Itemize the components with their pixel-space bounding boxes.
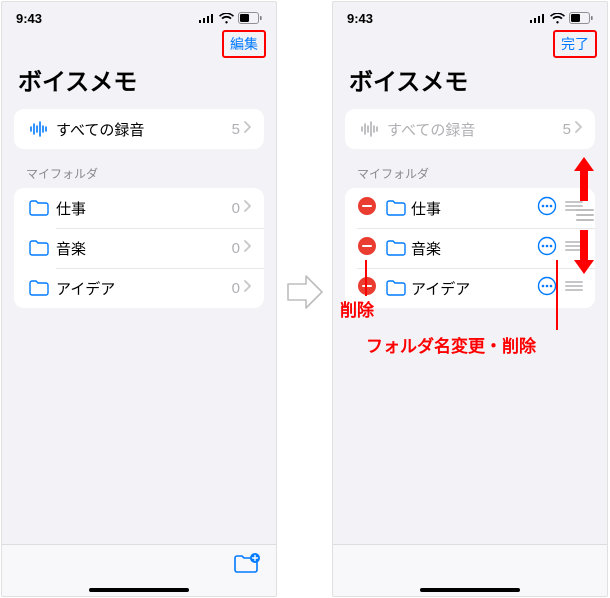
status-bar: 9:43 (333, 2, 607, 30)
new-folder-icon (234, 553, 260, 575)
folder-row-0[interactable]: 仕事 0 (14, 188, 264, 228)
folder-count: 0 (232, 240, 240, 257)
annotation-label-rename-delete: フォルダ名変更・削除 (366, 332, 536, 357)
status-indicators (530, 12, 593, 24)
toolbar: 完了 (333, 30, 607, 58)
edit-button[interactable]: 編集 (222, 30, 266, 58)
folder-count: 0 (232, 280, 240, 297)
bottom-bar (333, 544, 607, 596)
folder-row-2[interactable]: アイデア 0 (14, 268, 264, 308)
reorder-up-arrow-icon (572, 155, 596, 203)
delete-folder-button[interactable] (357, 196, 377, 221)
battery-icon (569, 12, 593, 24)
chevron-right-icon (244, 199, 252, 217)
chevron-right-icon (575, 120, 583, 138)
folder-label: アイデア (52, 278, 232, 299)
page-title: ボイスメモ (2, 58, 276, 109)
status-time: 9:43 (16, 11, 42, 26)
battery-icon (238, 12, 262, 24)
folder-icon (385, 280, 407, 296)
home-indicator[interactable] (89, 588, 189, 592)
folder-more-button[interactable] (537, 236, 557, 261)
reorder-handle-annotation-icon (576, 208, 594, 222)
ellipsis-circle-icon (537, 196, 557, 216)
minus-circle-icon (357, 236, 377, 256)
folder-label: 仕事 (52, 198, 232, 219)
folder-label: アイデア (407, 278, 531, 299)
signal-icon (530, 13, 546, 23)
folder-icon (26, 200, 52, 216)
ellipsis-circle-icon (537, 236, 557, 256)
section-header-myfolders: マイフォルダ (333, 149, 607, 188)
folder-icon (26, 280, 52, 296)
page-title: ボイスメモ (333, 58, 607, 109)
ellipsis-circle-icon (537, 276, 557, 296)
section-header-myfolders: マイフォルダ (2, 149, 276, 188)
folder-row-1[interactable]: 音楽 0 (14, 228, 264, 268)
chevron-right-icon (244, 120, 252, 138)
folder-icon (26, 240, 52, 256)
folder-label: 音楽 (52, 238, 232, 259)
all-recordings-row[interactable]: すべての録音 5 (345, 109, 595, 149)
toolbar: 編集 (2, 30, 276, 58)
reorder-down-arrow-icon (572, 228, 596, 276)
annotation-line-delete (365, 260, 367, 296)
reorder-handle[interactable] (565, 279, 583, 297)
wifi-icon (550, 13, 565, 24)
done-button[interactable]: 完了 (553, 30, 597, 58)
phone-normal: 9:43 編集 ボイスメモ すべての録音 5 マイフォルダ (1, 1, 277, 597)
waveform-icon (357, 121, 383, 137)
minus-circle-icon (357, 276, 377, 296)
folder-label: 仕事 (407, 198, 531, 219)
status-bar: 9:43 (2, 2, 276, 30)
delete-folder-button[interactable] (357, 236, 377, 261)
all-recordings-row[interactable]: すべての録音 5 (14, 109, 264, 149)
chevron-right-icon (244, 279, 252, 297)
all-recordings-label: すべての録音 (383, 119, 563, 140)
wifi-icon (219, 13, 234, 24)
all-recordings-count: 5 (232, 121, 240, 138)
waveform-icon (26, 121, 52, 137)
all-recordings-count: 5 (563, 121, 571, 138)
bottom-bar (2, 544, 276, 596)
all-recordings-card: すべての録音 5 (14, 109, 264, 149)
home-indicator[interactable] (420, 588, 520, 592)
folder-icon (385, 200, 407, 216)
all-recordings-label: すべての録音 (52, 119, 232, 140)
folders-card: 仕事 0 音楽 0 アイデア 0 (14, 188, 264, 308)
folder-label: 音楽 (407, 238, 531, 259)
annotation-label-delete: 削除 (340, 296, 374, 321)
minus-circle-icon (357, 196, 377, 216)
annotation-line-more (556, 260, 558, 330)
new-folder-button[interactable] (234, 553, 260, 580)
status-time: 9:43 (347, 11, 373, 26)
folder-more-button[interactable] (537, 276, 557, 301)
folder-count: 0 (232, 200, 240, 217)
folder-more-button[interactable] (537, 196, 557, 221)
grip-lines-icon (565, 280, 583, 292)
transition-arrow-icon (286, 272, 326, 312)
folder-icon (385, 240, 407, 256)
chevron-right-icon (244, 239, 252, 257)
status-indicators (199, 12, 262, 24)
folder-row-0[interactable]: 仕事 (345, 188, 595, 228)
signal-icon (199, 13, 215, 23)
all-recordings-card: すべての録音 5 (345, 109, 595, 149)
